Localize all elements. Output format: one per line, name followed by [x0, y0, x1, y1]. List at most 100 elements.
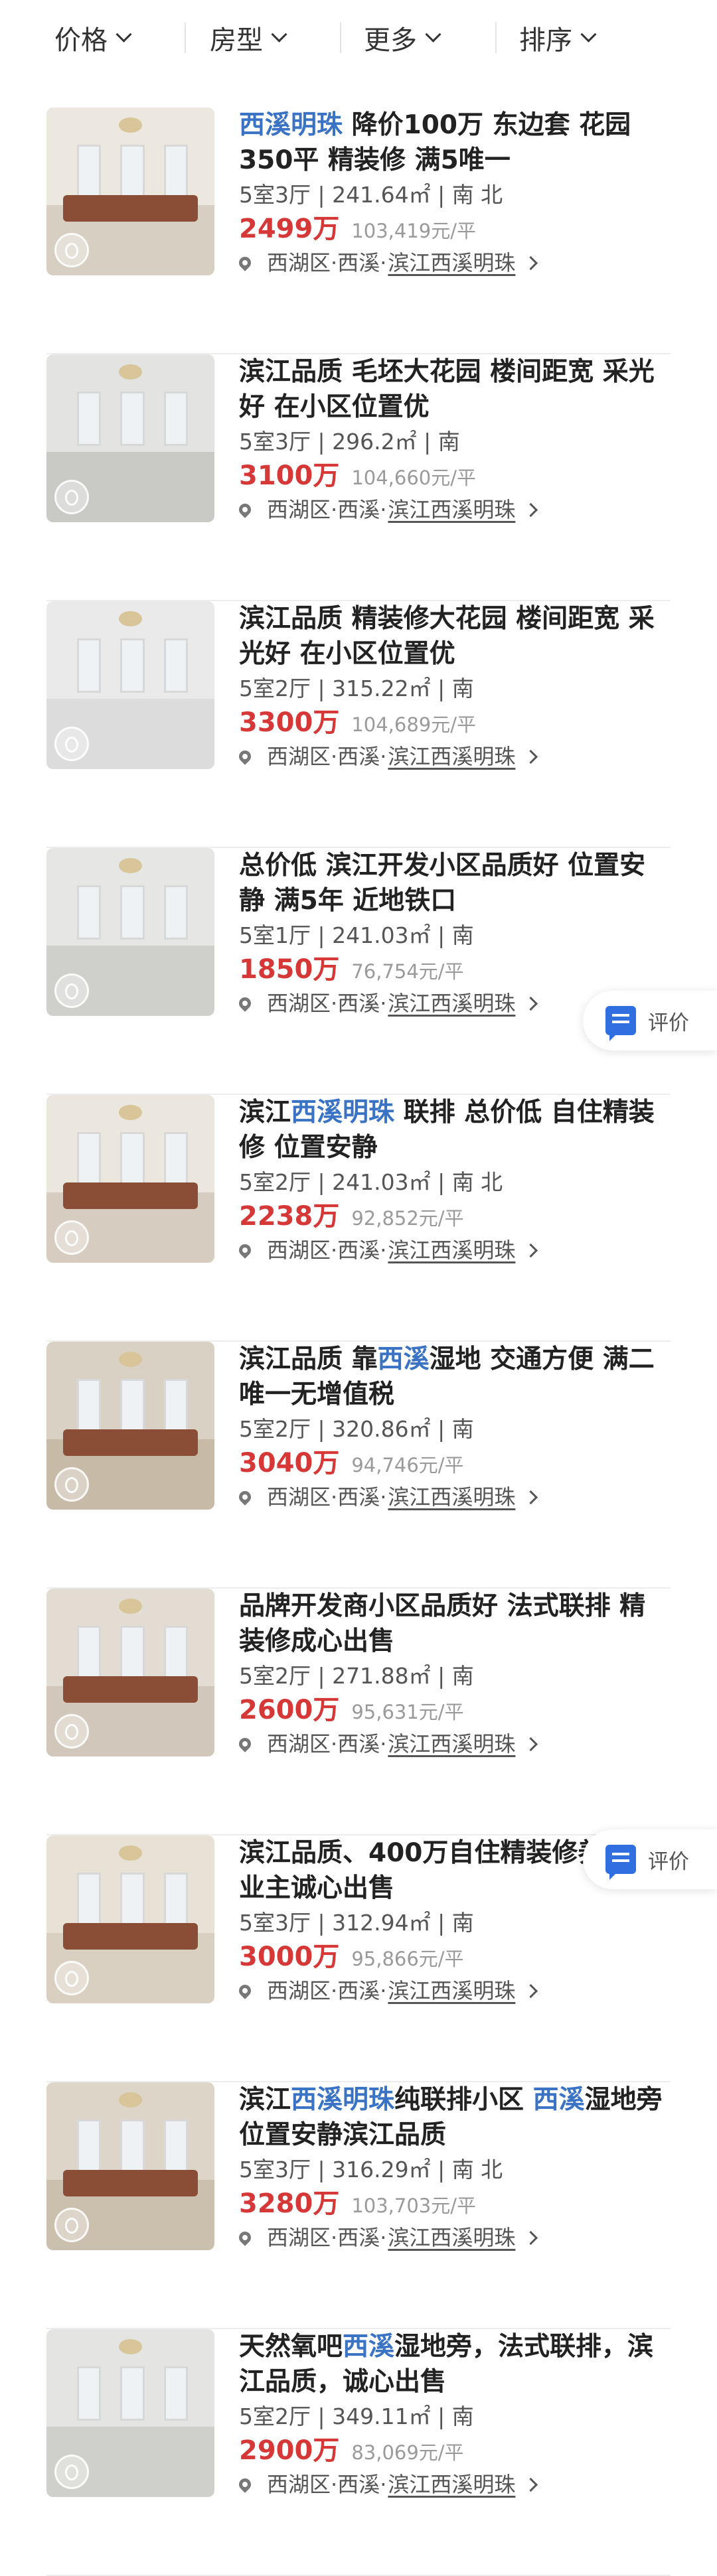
chevron-right-icon [524, 749, 538, 764]
listing-title[interactable]: 滨江西溪明珠纯联排小区 西溪湿地旁位置安静滨江品质 [239, 2082, 671, 2153]
thumbnail-window [164, 391, 189, 446]
room-layout: 5室3厅 [239, 2157, 311, 2182]
thumbnail-window [76, 391, 101, 446]
location-link[interactable]: 西湖区 · 西溪 · 滨江西溪明珠 [236, 246, 671, 280]
thumbnail-furniture [63, 1182, 198, 1210]
attr-separator: | [311, 2403, 333, 2429]
price-row: 2499万 103,419元/平 [239, 212, 671, 246]
community-name[interactable]: 滨江西溪明珠 [388, 739, 515, 774]
community-name[interactable]: 滨江西溪明珠 [388, 1480, 515, 1514]
community-name[interactable]: 滨江西溪明珠 [388, 246, 515, 280]
attr-separator: | [311, 676, 333, 701]
listing-thumbnail[interactable] [46, 107, 214, 275]
listing-thumbnail[interactable] [46, 354, 214, 522]
location-separator: · [331, 991, 338, 1016]
listing-thumbnail[interactable] [46, 848, 214, 1016]
community-name[interactable]: 滨江西溪明珠 [388, 2467, 515, 2502]
listing-title[interactable]: 滨江品质 靠西溪湿地 交通方便 满二唯一无增值税 [239, 1342, 671, 1412]
attr-separator: | [430, 2403, 452, 2429]
floor-area: 241.03㎡ [332, 1169, 431, 1195]
listing-card[interactable]: 天然氧吧西溪湿地旁，法式联排，滨江品质，诚心出售 5室2厅 | 349.11㎡ |… [46, 2329, 671, 2576]
listing-title[interactable]: 品牌开发商小区品质好 法式联排 精装修成心出售 [239, 1589, 671, 1659]
orientation: 南 [451, 1416, 474, 1442]
location-pin-icon [236, 1735, 254, 1753]
thumbnail-window [164, 638, 189, 693]
listing-title[interactable]: 天然氧吧西溪湿地旁，法式联排，滨江品质，诚心出售 [239, 2329, 671, 2399]
community-name[interactable]: 滨江西溪明珠 [388, 1233, 515, 1267]
listing-thumbnail[interactable] [46, 1589, 214, 1756]
thumbnail-furniture [63, 1676, 198, 1703]
filter-price[interactable]: 价格 [54, 15, 132, 61]
room-layout: 5室2厅 [239, 1169, 311, 1195]
room-layout: 5室3厅 [239, 429, 311, 455]
listing-thumbnail[interactable] [46, 2082, 214, 2250]
listing-card[interactable]: 总价低 滨江开发小区品质好 位置安静 满5年 近地铁口 5室1厅 | 241.03… [46, 848, 671, 1095]
listing-card[interactable]: 滨江西溪明珠 联排 总价低 自住精装修 位置安静 5室2厅 | 241.03㎡ |… [46, 1095, 671, 1342]
unit-price: 103,419元/平 [351, 220, 477, 242]
title-text: 滨江 [239, 2085, 291, 2115]
community-name[interactable]: 滨江西溪明珠 [388, 1973, 515, 2008]
total-price: 3100万 [239, 461, 340, 491]
location-link[interactable]: 西湖区 · 西溪 · 滨江西溪明珠 [236, 1727, 671, 1761]
vr-tour-icon [54, 2455, 89, 2489]
location-link[interactable]: 西湖区 · 西溪 · 滨江西溪明珠 [236, 1233, 671, 1267]
attr-separator: | [430, 1169, 452, 1195]
vr-tour-icon [54, 1961, 89, 1995]
attr-separator: | [430, 1416, 452, 1442]
thumbnail-ceiling-light [118, 611, 143, 626]
listing-card[interactable]: 西溪明珠 降价100万 东边套 花园350平 精装修 满5唯一 5室3厅 | 24… [46, 107, 671, 354]
listing-title[interactable]: 滨江西溪明珠 联排 总价低 自住精装修 位置安静 [239, 1095, 671, 1165]
listing-thumbnail[interactable] [46, 2329, 214, 2497]
location-link[interactable]: 西湖区 · 西溪 · 滨江西溪明珠 [236, 2220, 671, 2255]
filter-more[interactable]: 更多 [364, 15, 441, 61]
listing-title[interactable]: 滨江品质 精装修大花园 楼间距宽 采光好 在小区位置优 [239, 601, 671, 672]
title-keyword-highlight: 西溪 [377, 1344, 430, 1374]
community-name[interactable]: 滨江西溪明珠 [388, 986, 515, 1021]
thumbnail-window [164, 1872, 189, 1927]
room-layout: 5室3厅 [239, 1910, 311, 1936]
community-name[interactable]: 滨江西溪明珠 [388, 2220, 515, 2255]
location-pin-icon [236, 995, 254, 1012]
location-link[interactable]: 西湖区 · 西溪 · 滨江西溪明珠 [236, 739, 671, 774]
price-row: 2900万 83,069元/平 [239, 2434, 671, 2467]
unit-price: 104,660元/平 [351, 466, 477, 489]
community-name[interactable]: 滨江西溪明珠 [388, 1727, 515, 1761]
attr-separator: | [311, 429, 333, 455]
location-pin-icon [236, 2476, 254, 2493]
chevron-right-icon [524, 1490, 538, 1504]
location-link[interactable]: 西湖区 · 西溪 · 滨江西溪明珠 [236, 1973, 671, 2008]
orientation: 南 [451, 922, 474, 948]
listing-thumbnail[interactable] [46, 1835, 214, 2003]
listing-title[interactable]: 总价低 滨江开发小区品质好 位置安静 满5年 近地铁口 [239, 848, 671, 918]
listing-card[interactable]: 滨江品质 靠西溪湿地 交通方便 满二唯一无增值税 5室2厅 | 320.86㎡ |… [46, 1342, 671, 1589]
listing-thumbnail[interactable] [46, 601, 214, 769]
review-button[interactable]: 评价 [583, 991, 717, 1050]
location-link[interactable]: 西湖区 · 西溪 · 滨江西溪明珠 [236, 2467, 671, 2502]
listing-card[interactable]: 滨江品质、400万自住精装修养佳、业主诚心出售 5室3厅 | 312.94㎡ | … [46, 1835, 671, 2082]
listing-title[interactable]: 西溪明珠 降价100万 东边套 花园350平 精装修 满5唯一 [239, 107, 671, 178]
location-pin-icon [236, 1242, 254, 1259]
listing-thumbnail[interactable] [46, 1342, 214, 1510]
listing-card[interactable]: 滨江西溪明珠纯联排小区 西溪湿地旁位置安静滨江品质 5室3厅 | 316.29㎡ … [46, 2082, 671, 2329]
listing-card[interactable]: 滨江品质 精装修大花园 楼间距宽 采光好 在小区位置优 5室2厅 | 315.22… [46, 601, 671, 848]
review-button[interactable]: 评价 [583, 1829, 717, 1889]
listing-thumbnail[interactable] [46, 1095, 214, 1263]
room-layout: 5室3厅 [239, 182, 311, 208]
location-separator: · [380, 250, 387, 275]
orientation: 南 北 [451, 1169, 503, 1195]
filter-layout[interactable]: 房型 [210, 15, 287, 61]
thumbnail-window [76, 1625, 101, 1680]
unit-price: 76,754元/平 [351, 960, 464, 983]
listing-title[interactable]: 滨江品质 毛坯大花园 楼间距宽 采光好 在小区位置优 [239, 354, 671, 425]
title-text: 滨江品质 精装修大花园 楼间距宽 采光好 在小区位置优 [239, 604, 655, 669]
location-separator: · [331, 250, 338, 275]
listing-card[interactable]: 滨江品质 毛坯大花园 楼间距宽 采光好 在小区位置优 5室3厅 | 296.2㎡ … [46, 354, 671, 601]
filter-divider [185, 23, 186, 53]
community-name[interactable]: 滨江西溪明珠 [388, 492, 515, 527]
thumbnail-ceiling-light [118, 117, 143, 133]
filter-sort[interactable]: 排序 [519, 15, 597, 61]
location-link[interactable]: 西湖区 · 西溪 · 滨江西溪明珠 [236, 492, 671, 527]
listing-card[interactable]: 品牌开发商小区品质好 法式联排 精装修成心出售 5室2厅 | 271.88㎡ | … [46, 1589, 671, 1835]
room-layout: 5室2厅 [239, 1663, 311, 1689]
location-link[interactable]: 西湖区 · 西溪 · 滨江西溪明珠 [236, 1480, 671, 1514]
